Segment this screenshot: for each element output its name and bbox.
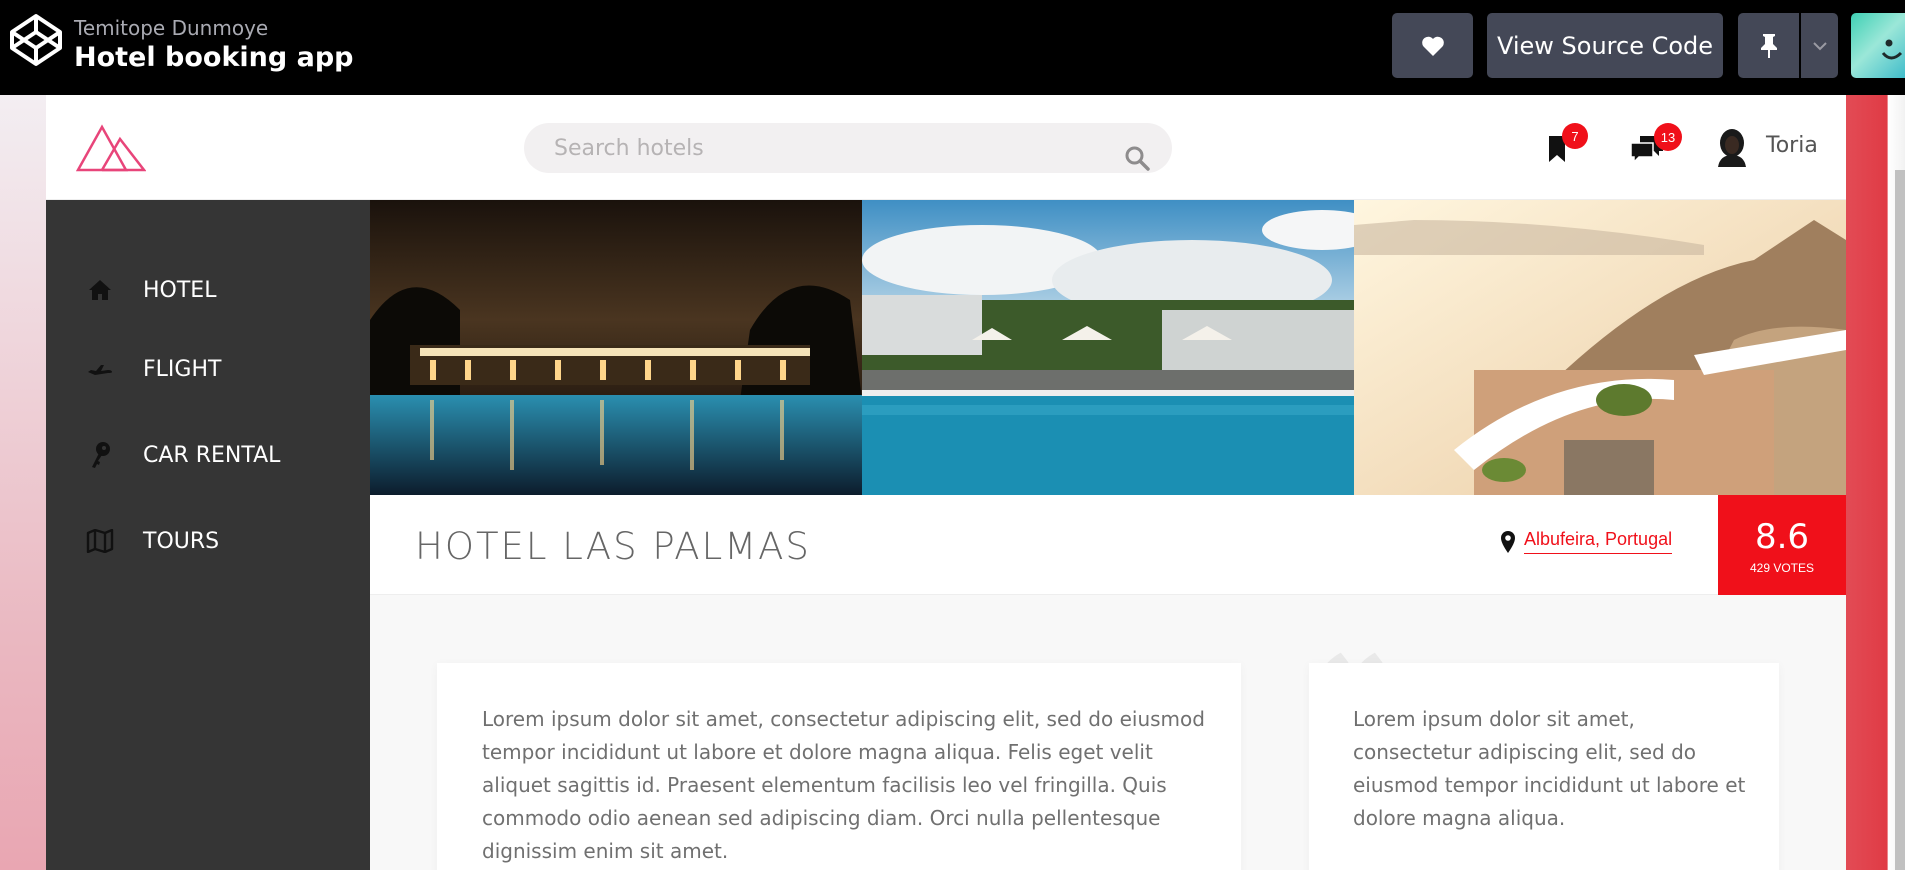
search-icon[interactable] xyxy=(1124,145,1150,171)
rating-box: 8.6 429 VOTES xyxy=(1718,495,1846,595)
hotel-name: HOTEL LAS PALMAS xyxy=(415,525,811,568)
chevron-down-icon xyxy=(1812,41,1827,50)
pin-button[interactable] xyxy=(1738,13,1799,78)
user-name[interactable]: Toria xyxy=(1766,133,1818,158)
bookmarks-badge: 7 xyxy=(1562,123,1588,149)
pin-dropdown-button[interactable] xyxy=(1801,13,1838,78)
sidebar-item-hotel[interactable]: HOTEL xyxy=(86,276,216,304)
like-button[interactable] xyxy=(1392,13,1473,78)
bookmarks-button[interactable]: 7 xyxy=(1538,123,1588,173)
hotel-content: Lorem ipsum dolor sit amet, consectetur … xyxy=(370,595,1846,870)
messages-badge: 13 xyxy=(1654,123,1682,151)
sidebar-item-label: FLIGHT xyxy=(143,356,222,382)
quote-card: Lorem ipsum dolor sit amet, consectetur … xyxy=(1309,663,1779,870)
key-icon xyxy=(86,441,114,469)
hotel-gallery xyxy=(370,200,1846,495)
brand-logo-icon[interactable] xyxy=(76,123,146,173)
app-header: 7 13 Toria xyxy=(46,95,1846,200)
codepen-logo-icon[interactable] xyxy=(9,13,63,67)
search-input[interactable] xyxy=(554,123,1114,173)
sidebar: HOTEL FLIGHT CAR RENTAL TOURS xyxy=(46,200,370,870)
quote-text: Lorem ipsum dolor sit amet, consectetur … xyxy=(1353,707,1746,830)
plane-icon xyxy=(86,355,114,383)
rating-votes: 429 VOTES xyxy=(1749,561,1815,575)
heart-icon xyxy=(1421,36,1444,56)
map-pin-icon xyxy=(1501,530,1515,553)
pin-icon xyxy=(1760,33,1777,58)
sidebar-item-label: CAR RENTAL xyxy=(143,442,281,468)
location-link[interactable]: Albufeira, Portugal xyxy=(1524,529,1673,554)
codepen-title: Hotel booking app xyxy=(74,42,354,73)
messages-button[interactable]: 13 xyxy=(1626,123,1684,173)
gallery-photo-day-pool[interactable] xyxy=(862,200,1354,495)
sidebar-item-flight[interactable]: FLIGHT xyxy=(86,355,221,383)
smiley-face-icon xyxy=(1881,39,1903,60)
sidebar-item-label: TOURS xyxy=(143,528,220,554)
sidebar-item-car-rental[interactable]: CAR RENTAL xyxy=(86,441,280,469)
hotel-title-bar: HOTEL LAS PALMAS Albufeira, Portugal 8.6… xyxy=(370,495,1846,595)
search-bar xyxy=(524,123,1172,173)
rating-score: 8.6 xyxy=(1754,517,1810,557)
description-text: Lorem ipsum dolor sit amet, consectetur … xyxy=(482,707,1205,863)
scrollbar[interactable] xyxy=(1895,170,1905,870)
sidebar-item-label: HOTEL xyxy=(143,277,217,303)
map-icon xyxy=(86,527,114,555)
user-avatar[interactable] xyxy=(1716,127,1748,167)
sidebar-item-tours[interactable]: TOURS xyxy=(86,527,219,555)
codepen-bar: Temitope Dunmoye Hotel booking app View … xyxy=(0,0,1905,95)
gallery-photo-cliff-terrace[interactable] xyxy=(1354,200,1846,495)
codepen-user-avatar[interactable] xyxy=(1851,13,1905,78)
hotel-location: Albufeira, Portugal xyxy=(1500,529,1673,554)
view-source-button[interactable]: View Source Code xyxy=(1487,13,1723,78)
page-background-left xyxy=(0,95,46,870)
codepen-author[interactable]: Temitope Dunmoye xyxy=(74,16,268,40)
gallery-photo-night-pool[interactable] xyxy=(370,200,862,495)
home-icon xyxy=(86,276,114,304)
description-card: Lorem ipsum dolor sit amet, consectetur … xyxy=(437,663,1241,870)
